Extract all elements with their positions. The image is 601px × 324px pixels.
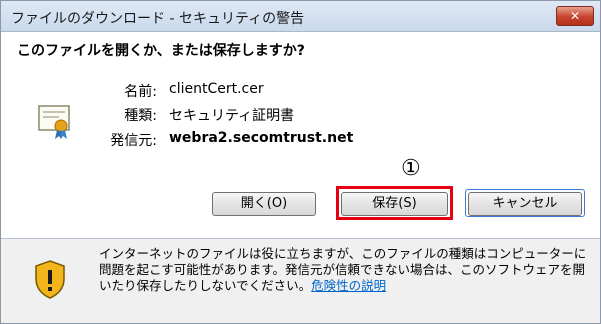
download-dialog: ファイルのダウンロード - セキュリティの警告 ✕ このファイルを開くか、または… — [0, 0, 601, 324]
question-text: このファイルを開くか、または保存しますか? — [17, 43, 305, 59]
from-value: webra2.secomtrust.net — [169, 130, 354, 146]
warning-message: インターネットのファイルは役に立ちますが、このファイルの種類はコンピューターに問… — [99, 246, 589, 294]
risk-explanation-link[interactable]: 危険性の説明 — [311, 278, 386, 293]
dialog-body: このファイルを開くか、または保存しますか? 名前: clientCert.cer… — [1, 32, 600, 238]
close-icon: ✕ — [569, 9, 581, 23]
name-value: clientCert.cer — [169, 81, 264, 97]
window-title: ファイルのダウンロード - セキュリティの警告 — [11, 11, 305, 27]
type-label: 種類: — [124, 108, 157, 124]
callout-number: ① — [401, 156, 421, 181]
divider — [1, 238, 600, 239]
name-label: 名前: — [124, 84, 157, 100]
shield-warning-icon — [35, 260, 65, 299]
save-button[interactable]: 保存(S) — [341, 192, 448, 216]
certificate-icon — [38, 105, 70, 139]
type-value: セキュリティ証明書 — [169, 108, 295, 124]
from-label: 発信元: — [110, 133, 157, 149]
title-bar[interactable]: ファイルのダウンロード - セキュリティの警告 ✕ — [1, 1, 600, 32]
open-button[interactable]: 開く(O) — [212, 192, 316, 216]
cancel-button[interactable]: キャンセル — [468, 192, 582, 216]
close-button[interactable]: ✕ — [556, 6, 594, 26]
